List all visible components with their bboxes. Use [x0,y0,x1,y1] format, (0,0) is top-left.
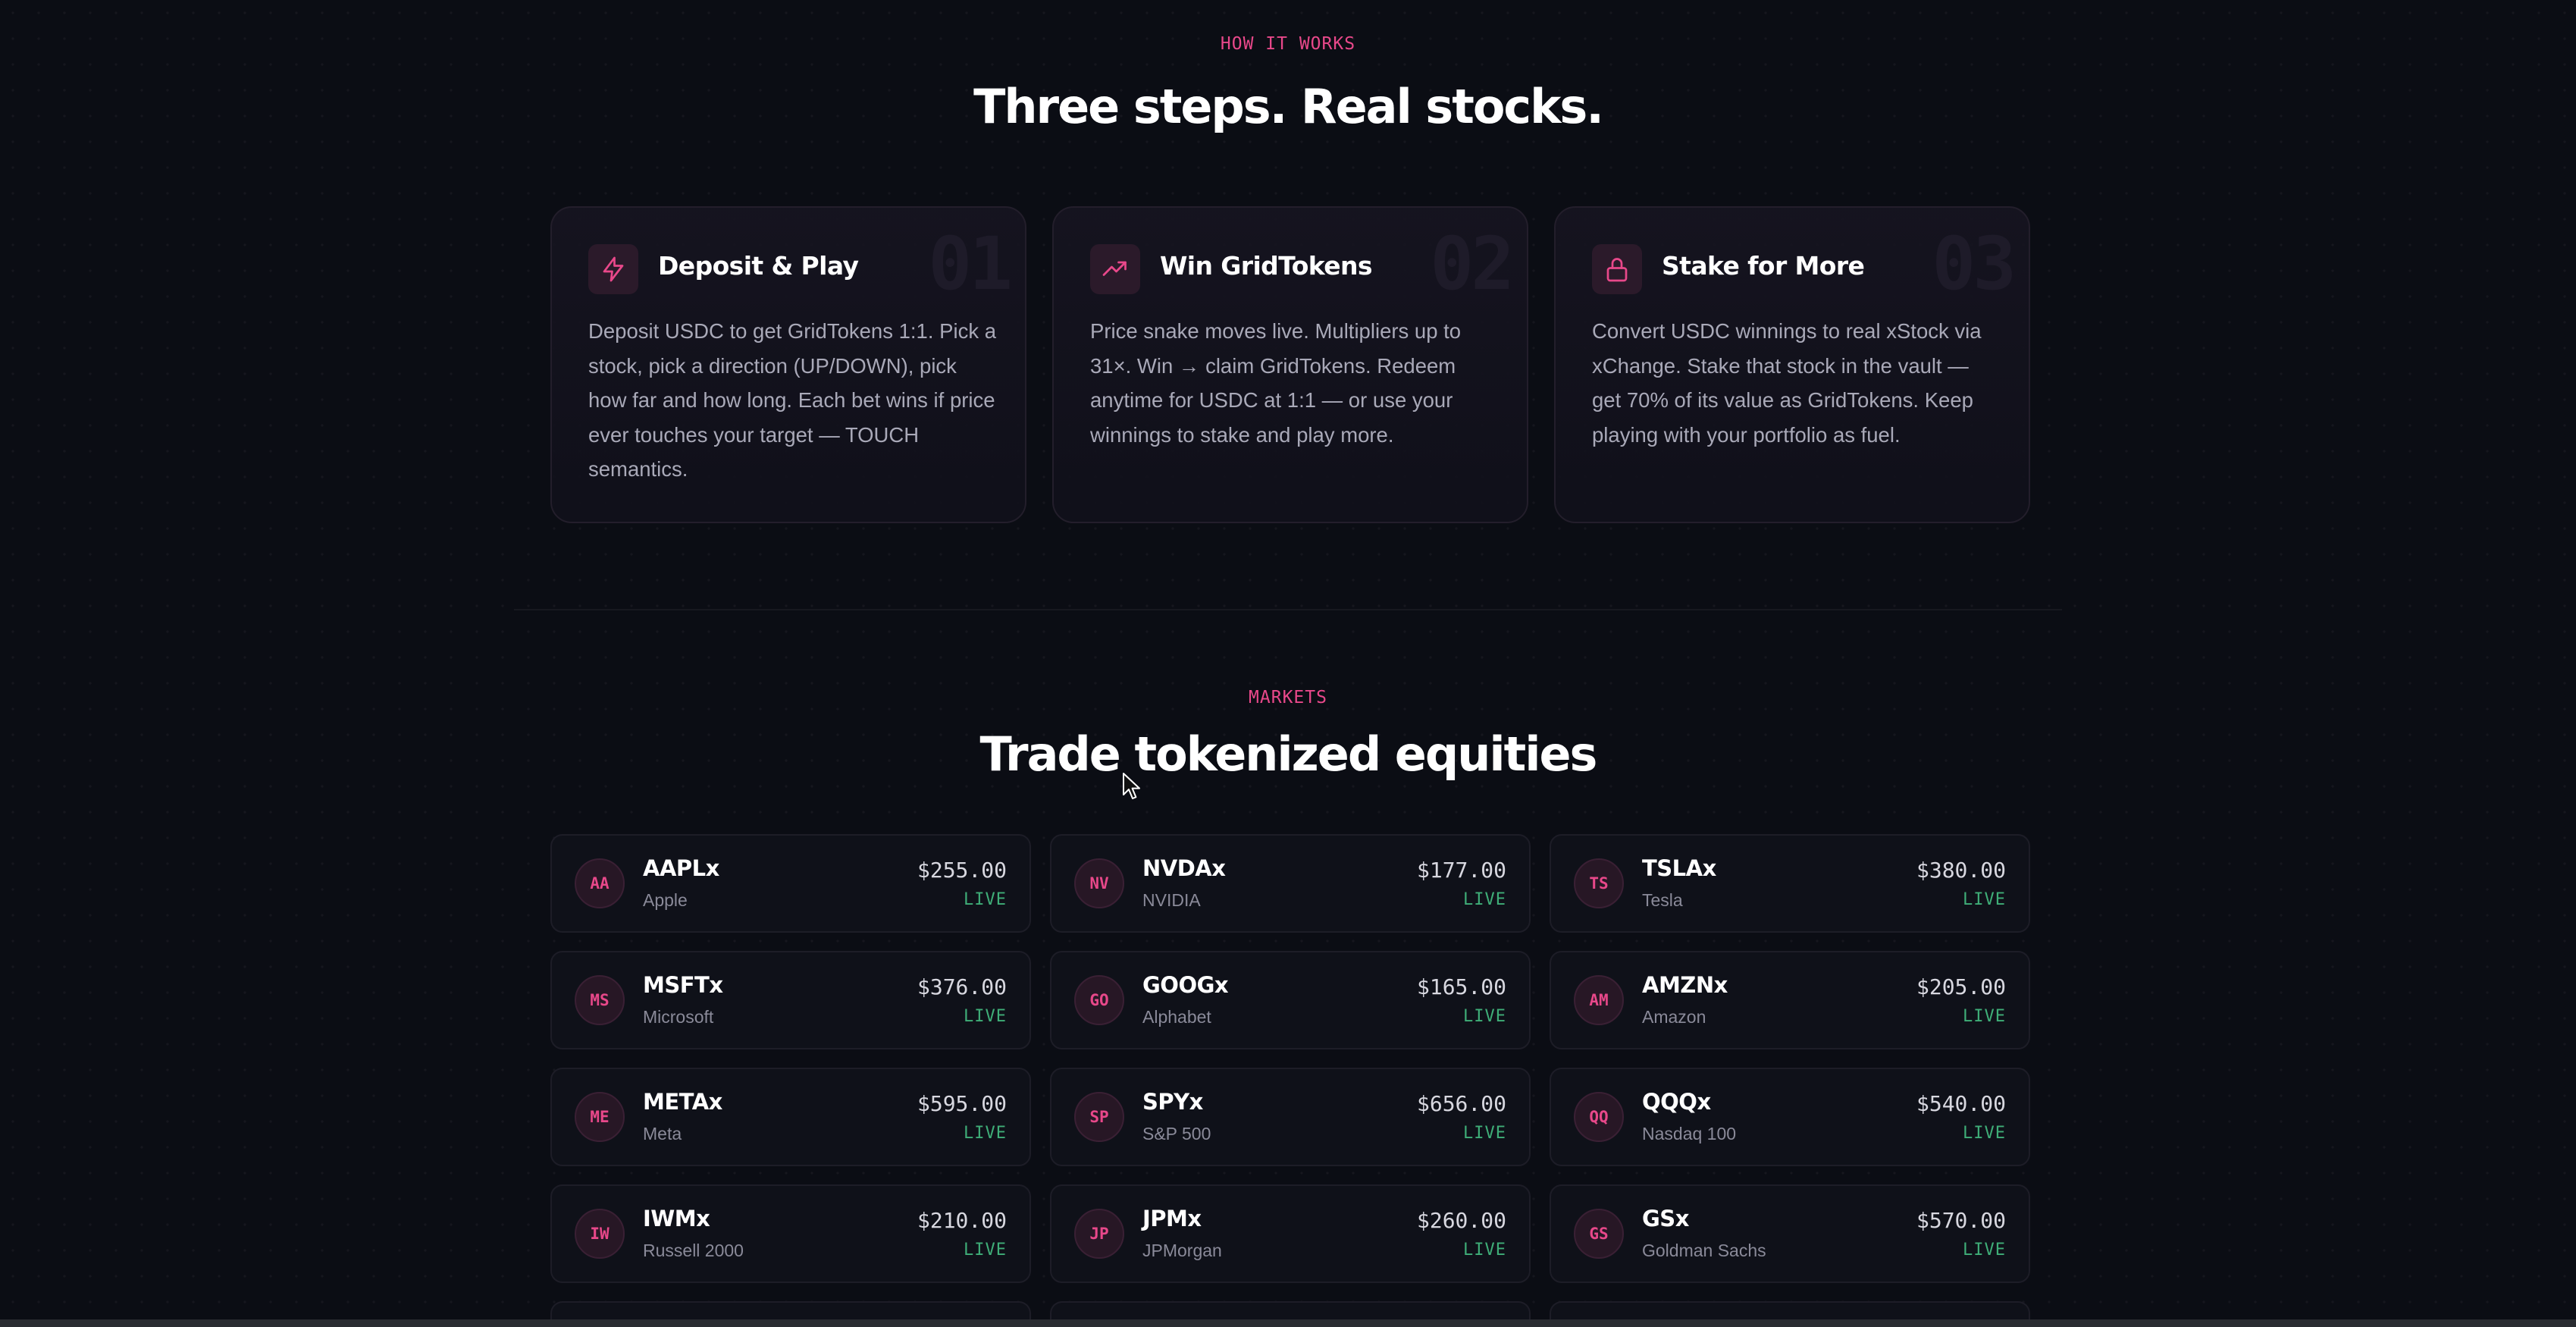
market-card-aaplx[interactable]: AA AAPLx Apple $255.00 LIVE [550,834,1031,933]
market-price: $595.00 [917,1091,1007,1116]
market-card-metax[interactable]: ME METAx Meta $595.00 LIVE [550,1068,1031,1166]
market-price: $177.00 [1416,858,1506,883]
market-name: JPMorgan [1142,1241,1222,1260]
market-card-gsx[interactable]: GS GSx Goldman Sachs $570.00 LIVE [1550,1184,2030,1283]
market-card-tslax[interactable]: TS TSLAx Tesla $380.00 LIVE [1550,834,2030,933]
market-price: $210.00 [917,1208,1007,1233]
market-symbol: SPYx [1142,1089,1203,1115]
market-name: Apple [643,890,688,910]
market-card-iwmx[interactable]: IW IWMx Russell 2000 $210.00 LIVE [550,1184,1031,1283]
avatar: NV [1074,858,1124,908]
lock-icon [1592,244,1642,294]
status-badge: LIVE [1463,890,1506,909]
market-price: $376.00 [917,974,1007,999]
step-card-deposit-play: 01 Deposit & Play Deposit USDC to get Gr… [550,206,1026,523]
how-it-works-title: Three steps. Real stocks. [973,79,1604,134]
how-it-works-eyebrow: HOW IT WORKS [1220,34,1356,54]
status-badge: LIVE [1463,1124,1506,1143]
market-name: Microsoft [643,1007,714,1027]
trending-up-icon [1090,244,1140,294]
market-card-partial[interactable] [550,1301,1031,1319]
market-name: S&P 500 [1142,1124,1211,1143]
status-badge: LIVE [1463,1007,1506,1026]
step-number: 01 [928,221,1013,306]
mouse-cursor-icon [1123,773,1140,799]
market-price: $570.00 [1916,1208,2006,1233]
market-name: Tesla [1642,890,1683,910]
market-card-amznx[interactable]: AM AMZNx Amazon $205.00 LIVE [1550,951,2030,1049]
avatar: ME [575,1092,625,1142]
market-name: Alphabet [1142,1007,1211,1027]
avatar: TS [1574,858,1624,908]
market-price: $255.00 [917,858,1007,883]
market-card-googx[interactable]: GO GOOGx Alphabet $165.00 LIVE [1050,951,1531,1049]
avatar: GO [1074,975,1124,1025]
market-symbol: MSFTx [643,972,723,998]
market-price: $165.00 [1416,974,1506,999]
avatar: JP [1074,1209,1124,1259]
step-description: Convert USDC winnings to real xStock via… [1592,319,1982,447]
step-description: Price snake moves live. Multipliers up t… [1090,319,1462,447]
market-price: $656.00 [1416,1091,1506,1116]
landing-page: HOW IT WORKS Three steps. Real stocks. 0… [0,0,2576,1319]
market-price: $260.00 [1416,1208,1506,1233]
step-card-win-gridtokens: 02 Win GridTokens Price snake moves live… [1052,206,1528,523]
step-number: 02 [1430,221,1515,306]
status-badge: LIVE [1963,1007,2006,1026]
avatar: QQ [1574,1092,1624,1142]
status-badge: LIVE [1963,1241,2006,1260]
avatar: GS [1574,1209,1624,1259]
avatar: AM [1574,975,1624,1025]
market-name: Nasdaq 100 [1642,1124,1737,1143]
status-badge: LIVE [964,1241,1007,1260]
market-name: Meta [643,1124,682,1143]
window-bottom-edge [0,1319,2576,1327]
market-price: $540.00 [1916,1091,2006,1116]
step-title: Stake for More [1662,251,1865,281]
step-number: 03 [1932,221,2017,306]
market-card-msftx[interactable]: MS MSFTx Microsoft $376.00 LIVE [550,951,1031,1049]
market-symbol: GOOGx [1142,972,1229,998]
status-badge: LIVE [964,1007,1007,1026]
section-divider [514,609,2062,610]
status-badge: LIVE [964,890,1007,909]
market-price: $380.00 [1916,858,2006,883]
market-symbol: IWMx [643,1206,710,1231]
avatar: SP [1074,1092,1124,1142]
status-badge: LIVE [1963,890,2006,909]
market-symbol: AAPLx [643,855,719,881]
market-symbol: JPMx [1142,1206,1202,1231]
step-card-stake-for-more: 03 Stake for More Convert USDC winnings … [1554,206,2030,523]
status-badge: LIVE [1463,1241,1506,1260]
market-symbol: METAx [643,1089,722,1115]
avatar: IW [575,1209,625,1259]
market-name: Amazon [1642,1007,1706,1027]
markets-eyebrow: MARKETS [1249,688,1327,707]
market-symbol: GSx [1642,1206,1689,1231]
avatar: MS [575,975,625,1025]
step-title: Win GridTokens [1160,251,1373,281]
lightning-icon [588,244,638,294]
market-card-nvdax[interactable]: NV NVDAx NVIDIA $177.00 LIVE [1050,834,1531,933]
avatar: AA [575,858,625,908]
market-card-partial[interactable] [1050,1301,1531,1319]
market-card-jpmx[interactable]: JP JPMx JPMorgan $260.00 LIVE [1050,1184,1531,1283]
steps-row: 01 Deposit & Play Deposit USDC to get Gr… [550,206,2030,525]
market-price: $205.00 [1916,974,2006,999]
status-badge: LIVE [1963,1124,2006,1143]
market-name: Goldman Sachs [1642,1241,1766,1260]
market-name: NVIDIA [1142,890,1201,910]
market-card-spyx[interactable]: SP SPYx S&P 500 $656.00 LIVE [1050,1068,1531,1166]
market-card-partial[interactable] [1550,1301,2030,1319]
step-title: Deposit & Play [658,251,859,281]
market-symbol: QQQx [1642,1089,1711,1115]
market-name: Russell 2000 [643,1241,744,1260]
step-description: Deposit USDC to get GridTokens 1:1. Pick… [588,319,997,481]
market-symbol: NVDAx [1142,855,1226,881]
market-card-qqqx[interactable]: QQ QQQx Nasdaq 100 $540.00 LIVE [1550,1068,2030,1166]
status-badge: LIVE [964,1124,1007,1143]
markets-title: Trade tokenized equities [979,726,1598,782]
market-symbol: AMZNx [1642,972,1728,998]
market-symbol: TSLAx [1642,855,1716,881]
